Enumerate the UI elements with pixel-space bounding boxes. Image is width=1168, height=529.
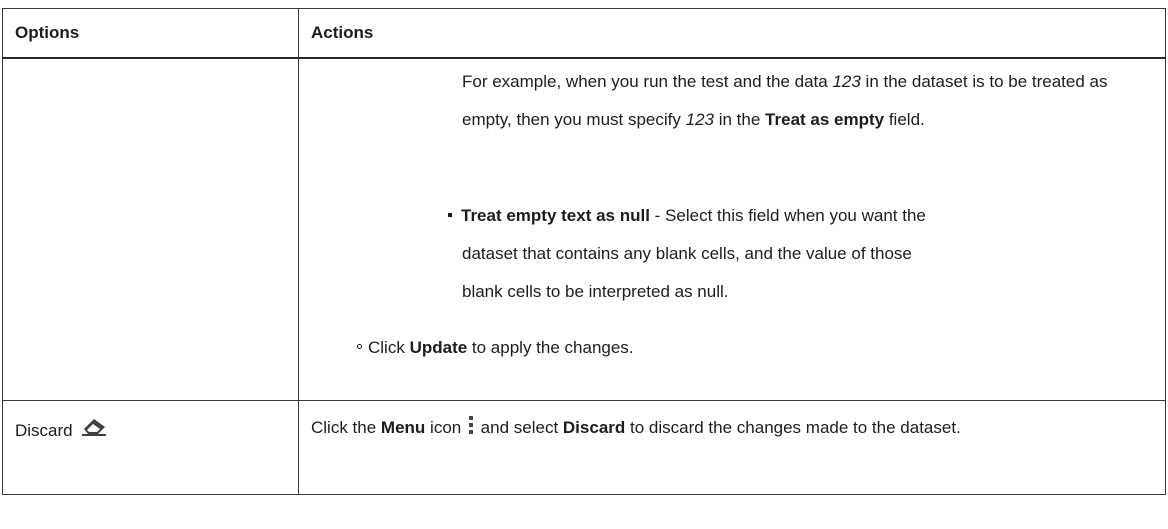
action-discard-cell: Click the Menu icon and select Discard t… <box>298 400 1166 495</box>
treat-empty-null-desc: - Select this field when you want the <box>649 206 926 225</box>
example-text: field. <box>884 110 925 129</box>
update-text: to apply the changes. <box>467 338 634 357</box>
actions-cell: For example, when you run the test and t… <box>298 57 1166 401</box>
header-options: Options <box>2 8 299 59</box>
discard-text: and select <box>475 418 563 437</box>
example-value: 123 <box>685 110 714 129</box>
example-text: For example, when you run the test and t… <box>462 72 833 91</box>
treat-empty-null-desc: dataset that contains any blank cells, a… <box>462 244 912 263</box>
example-paragraph: For example, when you run the test and t… <box>462 63 1152 139</box>
discard-text: Click the <box>311 418 381 437</box>
table-header-row: Options Actions <box>2 8 1166 59</box>
update-text: Click <box>368 338 410 357</box>
option-discard-cell: Discard <box>2 400 299 495</box>
table-row: Discard Click the Menu icon and select D… <box>2 400 1166 495</box>
table-row: For example, when you run the test and t… <box>2 57 1166 401</box>
example-value: 123 <box>832 72 861 91</box>
treat-empty-null-label: Treat empty text as null <box>461 206 650 225</box>
options-cell-empty <box>2 57 299 401</box>
eraser-icon <box>79 415 109 442</box>
header-actions: Actions <box>298 8 1166 59</box>
example-text: in the <box>714 110 766 129</box>
menu-name: Menu <box>380 418 426 437</box>
circle-bullet-icon <box>357 344 362 350</box>
treat-empty-null-desc: blank cells to be interpreted as null. <box>462 282 729 301</box>
discard-option-label: Discard <box>15 420 73 440</box>
options-actions-table: Options Actions For example, when you ru… <box>2 8 1166 495</box>
update-item: Click Update to apply the changes. <box>357 329 1057 367</box>
discard-text: icon <box>425 418 466 437</box>
treat-empty-null-item: Treat empty text as null - Select this f… <box>448 197 1148 311</box>
discard-text: to discard the changes made to the datas… <box>625 418 961 437</box>
update-button-name: Update <box>409 338 468 357</box>
discard-name: Discard <box>562 418 626 437</box>
square-bullet-icon <box>448 212 452 217</box>
discard-instructions: Click the Menu icon and select Discard t… <box>299 401 1161 447</box>
vertical-ellipsis-icon <box>468 411 474 434</box>
treat-as-empty-field-name: Treat as empty <box>765 110 885 129</box>
